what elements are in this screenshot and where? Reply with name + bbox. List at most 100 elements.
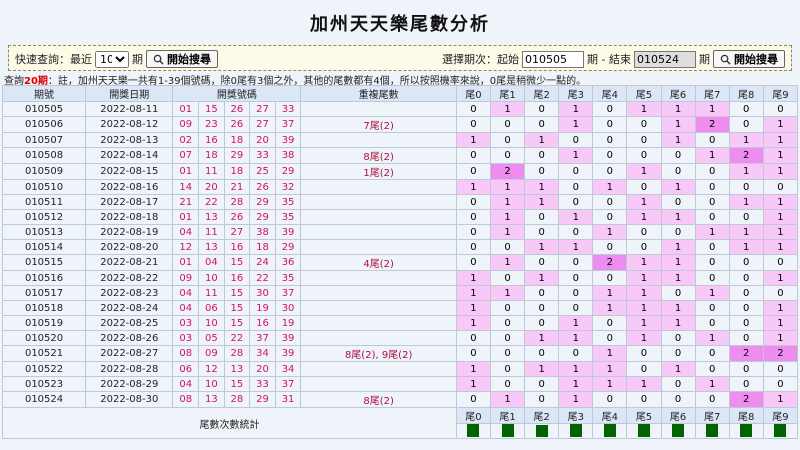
- drawn-number-cell: 01: [172, 254, 200, 271]
- date-cell: 2022-08-26: [85, 330, 174, 346]
- drawn-number-cell: 15: [223, 285, 251, 301]
- drawn-number-cell: 04: [198, 254, 225, 271]
- table-row: 010514 2022-08-20 12 13 16 18 29 0 0 1 1 0 0 1 0 1 1: [1, 239, 799, 255]
- table-row: 010515 2022-08-21 01 04 15 24 36 4尾(2) 0 1 0 0 2 1 1 0 0…: [1, 254, 799, 271]
- tail-count-cell: 1: [626, 270, 662, 286]
- start-period-input[interactable]: [522, 50, 585, 68]
- stats-tail-label: 尾7: [694, 407, 730, 424]
- period-cell: 010506: [1, 116, 87, 133]
- tail-count-cell: 1: [762, 315, 799, 331]
- repeat-tail-cell: [300, 179, 457, 195]
- tail-count-cell: 1: [762, 116, 799, 133]
- tail-count-cell: 0: [694, 163, 730, 180]
- tail-header: 尾0: [455, 85, 492, 102]
- table-row: 010521 2022-08-27 08 09 28 34 39 8尾(2), 9尾(2) 0 0…: [1, 345, 799, 362]
- date-cell: 2022-08-16: [85, 179, 174, 195]
- tail-count-cell: 1: [626, 376, 662, 392]
- drawn-number-cell: 04: [172, 300, 200, 316]
- drawn-number-cell: 18: [223, 132, 251, 148]
- tail-count-cell: 1: [490, 391, 526, 408]
- stats-bar: [740, 424, 753, 437]
- tail-count-cell: 0: [455, 224, 492, 240]
- tail-count-cell: 0: [455, 330, 492, 346]
- tail-count-cell: 1: [558, 101, 594, 117]
- tail-count-cell: 0: [558, 300, 594, 316]
- drawn-number-cell: 19: [249, 300, 276, 316]
- tail-count-cell: 0: [558, 132, 594, 148]
- range-search-button[interactable]: 開始搜尋: [713, 50, 785, 68]
- drawn-number-cell: 26: [249, 179, 276, 195]
- tail-count-cell: 0: [524, 116, 560, 133]
- tail-count-cell: 1: [660, 315, 696, 331]
- tail-count-cell: 1: [762, 300, 799, 316]
- date-cell: 2022-08-19: [85, 224, 174, 240]
- period-cell: 010518: [1, 300, 87, 316]
- drawn-number-cell: 38: [274, 147, 302, 164]
- tail-count-cell: 1: [762, 270, 799, 286]
- table-row: 010508 2022-08-14 07 18 29 33 38 8尾(2) 0 0 0 1 0 0 0 1 2…: [1, 147, 799, 164]
- stats-bar: [535, 425, 548, 437]
- tail-count-cell: 0: [626, 345, 662, 362]
- tail-count-cell: 1: [490, 194, 526, 210]
- drawn-number-cell: 30: [274, 300, 302, 316]
- tail-count-cell: 0: [524, 391, 560, 408]
- tail-count-cell: 1: [728, 132, 764, 148]
- tail-count-cell: 0: [728, 285, 764, 301]
- drawn-number-cell: 12: [198, 361, 225, 377]
- drawn-number-cell: 11: [198, 285, 225, 301]
- tail-count-cell: 1: [455, 315, 492, 331]
- period-cell: 010507: [1, 132, 87, 148]
- stats-bar-cell: 8: [455, 423, 492, 439]
- tail-count-cell: 0: [660, 330, 696, 346]
- tail-count-cell: 1: [558, 239, 594, 255]
- tail-count-cell: 1: [762, 224, 799, 240]
- drawn-number-cell: 01: [172, 163, 200, 180]
- tail-count-cell: 1: [626, 315, 662, 331]
- tail-count-cell: 0: [728, 376, 764, 392]
- tail-count-cell: 1: [592, 224, 628, 240]
- tail-count-cell: 0: [592, 101, 628, 117]
- end-period-input[interactable]: [634, 50, 696, 68]
- drawn-number-cell: 35: [274, 270, 302, 286]
- tail-count-cell: 1: [762, 209, 799, 225]
- date-header: 開獎日期: [85, 85, 174, 102]
- tail-count-cell: 0: [762, 285, 799, 301]
- tail-count-cell: 0: [694, 209, 730, 225]
- drawn-number-cell: 20: [198, 179, 225, 195]
- period-cell: 010523: [1, 376, 87, 392]
- date-cell: 2022-08-28: [85, 361, 174, 377]
- tail-count-cell: 0: [490, 376, 526, 392]
- drawn-number-cell: 14: [172, 179, 200, 195]
- drawn-number-cell: 18: [198, 147, 225, 164]
- tail-count-cell: 1: [455, 300, 492, 316]
- tail-count-cell: 0: [626, 239, 662, 255]
- tail-count-cell: 0: [762, 179, 799, 195]
- tail-count-cell: 0: [524, 163, 560, 180]
- stats-header-row: 尾數次數統計 尾0 尾1 尾2 尾3 尾4 尾5 尾6 尾7 尾8 尾9: [2, 407, 799, 439]
- drawn-number-cell: 28: [223, 391, 251, 408]
- stats-bar-cell: 15: [762, 423, 799, 439]
- tail-count-cell: 1: [762, 194, 799, 210]
- drawn-number-cell: 29: [249, 194, 276, 210]
- tail-count-cell: 0: [592, 209, 628, 225]
- stats-tail-label: 尾8: [728, 407, 764, 424]
- period-header: 期號: [1, 85, 87, 102]
- drawn-number-cell: 10: [198, 270, 225, 286]
- tail-count-cell: 1: [558, 391, 594, 408]
- date-cell: 2022-08-30: [85, 391, 174, 408]
- drawn-number-cell: 39: [274, 224, 302, 240]
- drawn-number-cell: 27: [249, 101, 276, 117]
- drawn-number-cell: 13: [198, 209, 225, 225]
- recent-periods-select[interactable]: 10: [95, 50, 129, 68]
- stats-bar: [467, 424, 480, 437]
- quick-query-label: 快速查詢：最近: [15, 53, 92, 66]
- drawn-number-cell: 13: [198, 391, 225, 408]
- stats-bar-cell: 11: [626, 423, 662, 439]
- search-icon: [720, 54, 731, 65]
- tail-count-cell: 1: [455, 270, 492, 286]
- drawn-number-cell: 19: [274, 315, 302, 331]
- stats-bar-cell: 10: [490, 423, 526, 439]
- quick-search-button[interactable]: 開始搜尋: [146, 50, 218, 68]
- tail-count-cell: 1: [524, 330, 560, 346]
- tail-count-cell: 0: [490, 300, 526, 316]
